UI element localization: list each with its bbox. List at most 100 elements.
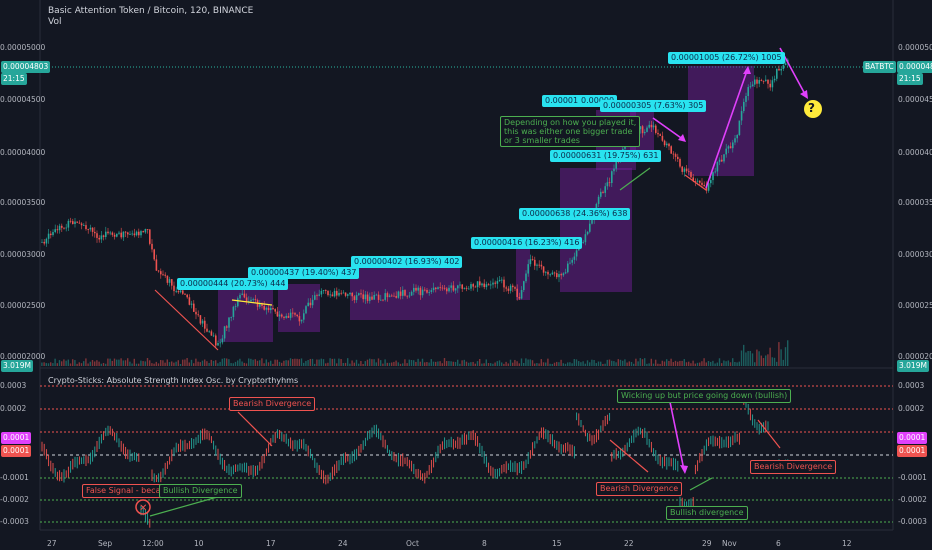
volume-bar — [505, 361, 507, 366]
trade-note-line: this was either one bigger trade — [504, 127, 633, 136]
trade-box[interactable]: 0.00000402 (16.93%) 402 — [351, 256, 463, 268]
volume-bar — [210, 359, 212, 366]
candle-body — [540, 264, 543, 267]
volume-bar — [129, 361, 131, 366]
volume-bar — [217, 363, 219, 366]
volume-bar — [195, 358, 197, 366]
price-axis-label-right: 0.00002500 — [898, 301, 932, 310]
candle-body — [177, 291, 180, 293]
candle-body — [461, 284, 463, 289]
candle-body — [67, 220, 70, 228]
volume-bar — [408, 359, 410, 366]
candle-body — [600, 191, 602, 197]
volume-bar — [595, 363, 597, 366]
volume-bar — [701, 361, 703, 366]
candle-body — [421, 289, 424, 296]
trade-box[interactable]: 0.00000416 (16.23%) 416 — [471, 237, 583, 249]
volume-bar — [690, 363, 692, 366]
candle-body — [417, 287, 419, 291]
candle-body — [459, 284, 461, 286]
volume-bar — [69, 363, 72, 366]
candle-body — [336, 290, 338, 296]
candle-body — [474, 286, 477, 288]
volume-bar — [87, 363, 89, 366]
volume-bar — [373, 359, 375, 366]
candle-body — [239, 294, 241, 299]
candle-body — [175, 291, 177, 292]
candle-body — [723, 154, 725, 162]
candle-body — [199, 315, 202, 324]
candle-body — [782, 65, 785, 69]
candle-body — [613, 168, 615, 172]
candle-body — [762, 80, 765, 82]
volume-bar — [492, 363, 494, 366]
volume-bar — [626, 362, 628, 366]
volume-bar — [509, 359, 512, 366]
volume-bar — [100, 363, 102, 366]
candle-body — [641, 126, 644, 134]
volume-bar — [377, 358, 380, 366]
price-axis-label: 0.00003500 — [0, 198, 46, 207]
candle-body — [428, 292, 430, 293]
volume-bar — [589, 362, 591, 366]
trade-box[interactable]: 0.00001 — [542, 95, 582, 107]
volume-bar — [160, 359, 162, 366]
volume-bar — [72, 359, 74, 366]
candle-body — [122, 231, 125, 238]
candle-body — [784, 63, 787, 66]
candle-body — [714, 171, 716, 173]
candle-body — [162, 274, 164, 276]
volume-bar — [190, 359, 193, 366]
candle-body — [94, 231, 96, 234]
candle-body — [168, 279, 171, 283]
volume-bar — [677, 361, 679, 366]
candle-body — [325, 290, 327, 291]
volume-bar — [674, 360, 677, 366]
candle-body — [657, 132, 659, 135]
trade-box[interactable]: 0.00001005 (26.72%) 1005 — [668, 52, 785, 64]
volume-bar — [138, 363, 140, 366]
candle-body — [743, 101, 745, 112]
trade-box[interactable]: 0.00000638 (24.36%) 638 — [519, 208, 631, 220]
volume-bar — [43, 362, 45, 366]
trade-box[interactable]: 0.00000437 (19.40%) 437 — [248, 267, 360, 279]
candle-body — [100, 235, 103, 240]
trade-box[interactable]: 0.00000305 (7.63%) 305 — [600, 100, 707, 112]
volume-bar — [474, 363, 476, 366]
trade-box[interactable]: 0.00000444 (20.73%) 444 — [177, 278, 289, 290]
volume-bar — [149, 360, 151, 366]
candle-body — [406, 295, 408, 297]
candle-body — [402, 290, 404, 296]
volume-bar — [173, 362, 175, 366]
volume-bar — [604, 363, 606, 366]
volume-bar — [518, 363, 520, 366]
volume-bar — [778, 342, 780, 366]
candle-body — [303, 313, 305, 320]
time-axis-label: 12:00 — [142, 539, 164, 548]
volume-bar — [107, 358, 109, 366]
volume-bar — [109, 358, 111, 366]
volume-bar — [78, 362, 80, 366]
volume-bar — [668, 360, 670, 366]
candle-body — [545, 271, 547, 273]
volume-bar — [395, 360, 397, 366]
volume-bar — [762, 358, 765, 366]
volume-bar — [756, 349, 758, 366]
volume-bar — [512, 362, 514, 366]
candle-body — [234, 306, 237, 308]
volume-bar — [745, 352, 747, 366]
candle-body — [47, 233, 50, 239]
volume-bar — [633, 363, 635, 366]
candle-body — [470, 284, 472, 289]
candle-body — [501, 279, 503, 281]
volume-bar — [336, 363, 338, 366]
volume-bar — [758, 351, 760, 366]
volume-bar — [52, 363, 54, 366]
trade-note-line: Depending on how you played it, — [504, 118, 637, 127]
volume-bar — [300, 358, 303, 366]
candle-body — [534, 259, 536, 266]
volume-bars — [41, 340, 789, 366]
volume-bar — [58, 360, 61, 366]
candle-body — [674, 154, 677, 157]
trade-box[interactable]: 0.00000631 (19.75%) 631 — [550, 150, 662, 162]
